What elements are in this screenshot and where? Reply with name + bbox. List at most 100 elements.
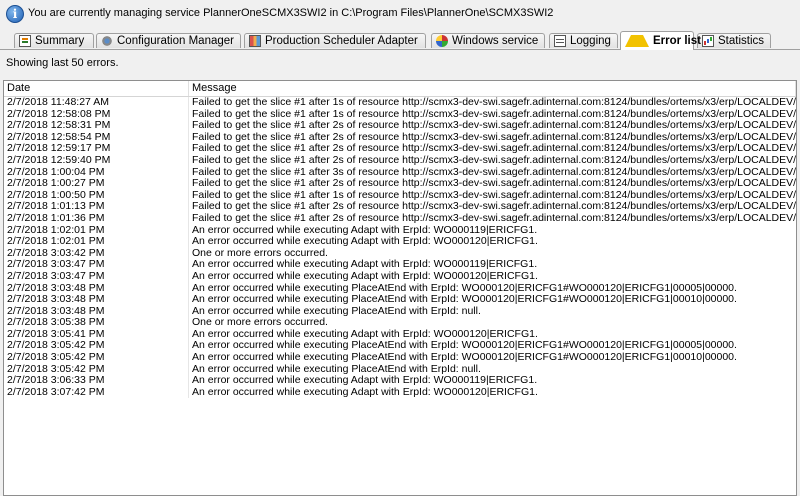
table-row[interactable]: 2/7/2018 11:48:27 AM Failed to get the sl… <box>4 97 796 109</box>
cell-message: Failed to get the slice #1 after 2s of r… <box>192 143 796 155</box>
tab-production-scheduler-adapter[interactable]: Production Scheduler Adapter <box>244 33 426 48</box>
table-row[interactable]: 2/7/2018 12:58:31 PM Failed to get the sl… <box>4 120 796 132</box>
table-row[interactable]: 2/7/2018 1:02:01 PM An error occurred whi… <box>4 236 796 248</box>
tab-label: Summary <box>35 35 85 47</box>
table-row[interactable]: 2/7/2018 3:05:42 PM An error occurred whi… <box>4 352 796 364</box>
cell-message: Failed to get the slice #1 after 3s of r… <box>192 166 796 178</box>
cell-message: Failed to get the slice #1 after 1s of r… <box>192 97 796 108</box>
cell-date: 2/7/2018 12:59:17 PM <box>4 143 189 155</box>
cell-message: One or more errors occurred. <box>192 247 328 259</box>
cell-message: An error occurred while executing Adapt … <box>192 386 538 398</box>
configuration-icon <box>101 35 113 47</box>
table-row[interactable]: 2/7/2018 3:03:48 PM An error occurred whi… <box>4 305 796 318</box>
cell-date: 2/7/2018 12:58:31 PM <box>4 120 189 132</box>
cell-message: Failed to get the slice #1 after 2s of r… <box>192 178 796 190</box>
tab-error-list[interactable]: Error list <box>620 31 701 50</box>
tab-strip: Summary Configuration Manager Production… <box>0 31 800 50</box>
cell-message: An error occurred while executing PlaceA… <box>192 305 481 317</box>
tab-logging[interactable]: Logging <box>549 33 618 48</box>
tab-label: Windows service <box>452 35 539 47</box>
table-row[interactable]: 2/7/2018 1:01:36 PM Failed to get the sli… <box>4 212 796 225</box>
grid-rows: 2/7/2018 11:48:27 AM Failed to get the sl… <box>4 97 796 399</box>
table-row[interactable]: 2/7/2018 1:00:50 PM Failed to get the sli… <box>4 189 796 202</box>
cell-date: 2/7/2018 12:58:08 PM <box>4 108 189 121</box>
cell-message: An error occurred while executing PlaceA… <box>192 282 737 294</box>
info-header: i You are currently managing service Pla… <box>0 0 800 28</box>
table-row[interactable]: 2/7/2018 3:06:33 PM An error occurred whi… <box>4 375 796 387</box>
tab-windows-service[interactable]: Windows service <box>431 33 545 48</box>
table-row[interactable]: 2/7/2018 1:00:04 PM Failed to get the sli… <box>4 166 796 179</box>
tab-label: Configuration Manager <box>117 35 234 47</box>
table-row[interactable]: 2/7/2018 3:03:48 PM An error occurred whi… <box>4 282 796 295</box>
cell-date: 2/7/2018 3:03:47 PM <box>4 270 189 283</box>
cell-message: An error occurred while executing PlaceA… <box>192 363 481 375</box>
error-list-panel: Showing last 50 errors. Date Message 2/7… <box>0 50 800 496</box>
summary-icon <box>19 35 31 47</box>
error-count-label: Showing last 50 errors. <box>6 57 119 69</box>
cell-date: 2/7/2018 12:58:54 PM <box>4 131 189 144</box>
table-row[interactable]: 2/7/2018 3:05:42 PM An error occurred whi… <box>4 340 796 353</box>
table-row[interactable]: 2/7/2018 12:59:17 PM Failed to get the sl… <box>4 143 796 155</box>
cell-message: Failed to get the slice #1 after 2s of r… <box>192 212 796 224</box>
cell-date: 2/7/2018 3:03:42 PM <box>4 247 189 260</box>
table-row[interactable]: 2/7/2018 12:59:40 PM Failed to get the sl… <box>4 154 796 167</box>
table-row[interactable]: 2/7/2018 12:58:08 PM Failed to get the sl… <box>4 108 796 121</box>
table-row[interactable]: 2/7/2018 3:07:42 PM An error occurred whi… <box>4 386 796 399</box>
cell-message: An error occurred while executing PlaceA… <box>192 340 737 352</box>
cell-date: 2/7/2018 1:00:04 PM <box>4 166 189 179</box>
statistics-icon <box>702 35 714 47</box>
cell-message: An error occurred while executing Adapt … <box>192 375 538 387</box>
table-row[interactable]: 2/7/2018 1:00:27 PM Failed to get the sli… <box>4 178 796 190</box>
cell-message: Failed to get the slice #1 after 2s of r… <box>192 131 796 143</box>
table-row[interactable]: 2/7/2018 3:03:42 PM One or more errors oc… <box>4 247 796 260</box>
column-header-message[interactable]: Message <box>189 81 796 96</box>
warning-icon <box>625 35 649 47</box>
cell-message: An error occurred while executing Adapt … <box>192 270 538 282</box>
cell-date: 2/7/2018 3:06:33 PM <box>4 375 189 387</box>
table-row[interactable]: 2/7/2018 3:03:48 PM An error occurred whi… <box>4 294 796 306</box>
cell-message: Failed to get the slice #1 after 2s of r… <box>192 120 796 132</box>
cell-message: An error occurred while executing Adapt … <box>192 236 538 248</box>
grid-header: Date Message <box>4 81 796 97</box>
cell-message: One or more errors occurred. <box>192 317 328 329</box>
tab-label: Statistics <box>718 35 765 47</box>
cell-message: Failed to get the slice #1 after 2s of r… <box>192 201 796 213</box>
cell-date: 2/7/2018 3:05:42 PM <box>4 340 189 353</box>
tab-configuration-manager[interactable]: Configuration Manager <box>96 33 241 48</box>
cell-message: Failed to get the slice #1 after 1s of r… <box>192 189 796 201</box>
table-row[interactable]: 2/7/2018 3:05:38 PM One or more errors oc… <box>4 317 796 329</box>
cell-date: 2/7/2018 1:00:27 PM <box>4 178 189 190</box>
error-grid[interactable]: Date Message 2/7/2018 11:48:27 AM Failed … <box>3 80 797 496</box>
cell-date: 2/7/2018 1:00:50 PM <box>4 189 189 202</box>
table-row[interactable]: 2/7/2018 3:05:41 PM An error occurred whi… <box>4 328 796 341</box>
cell-date: 2/7/2018 3:03:47 PM <box>4 259 189 271</box>
cell-date: 2/7/2018 3:05:42 PM <box>4 352 189 364</box>
table-row[interactable]: 2/7/2018 3:03:47 PM An error occurred whi… <box>4 270 796 283</box>
tab-label: Error list <box>653 35 701 47</box>
column-header-date[interactable]: Date <box>4 81 189 96</box>
tab-summary[interactable]: Summary <box>14 33 94 48</box>
adapter-icon <box>249 35 261 47</box>
windows-service-icon <box>436 35 448 47</box>
tab-label: Logging <box>570 35 611 47</box>
cell-date: 2/7/2018 11:48:27 AM <box>4 97 189 109</box>
tab-statistics[interactable]: Statistics <box>697 33 771 48</box>
tab-label: Production Scheduler Adapter <box>265 35 418 47</box>
cell-date: 2/7/2018 1:01:36 PM <box>4 212 189 225</box>
cell-message: An error occurred while executing PlaceA… <box>192 352 737 364</box>
cell-message: Failed to get the slice #1 after 1s of r… <box>192 108 796 120</box>
service-info-text: You are currently managing service Plann… <box>28 7 554 19</box>
table-row[interactable]: 2/7/2018 12:58:54 PM Failed to get the sl… <box>4 131 796 144</box>
cell-message: An error occurred while executing Adapt … <box>192 328 538 340</box>
table-row[interactable]: 2/7/2018 3:03:47 PM An error occurred whi… <box>4 259 796 271</box>
cell-date: 2/7/2018 1:02:01 PM <box>4 236 189 248</box>
cell-date: 2/7/2018 3:05:41 PM <box>4 328 189 341</box>
cell-date: 2/7/2018 1:02:01 PM <box>4 224 189 237</box>
info-icon: i <box>6 5 24 23</box>
table-row[interactable]: 2/7/2018 3:05:42 PM An error occurred whi… <box>4 363 796 376</box>
cell-date: 2/7/2018 3:03:48 PM <box>4 305 189 318</box>
cell-date: 2/7/2018 3:07:42 PM <box>4 386 189 399</box>
table-row[interactable]: 2/7/2018 1:02:01 PM An error occurred whi… <box>4 224 796 237</box>
table-row[interactable]: 2/7/2018 1:01:13 PM Failed to get the sli… <box>4 201 796 213</box>
cell-message: An error occurred while executing Adapt … <box>192 259 538 271</box>
